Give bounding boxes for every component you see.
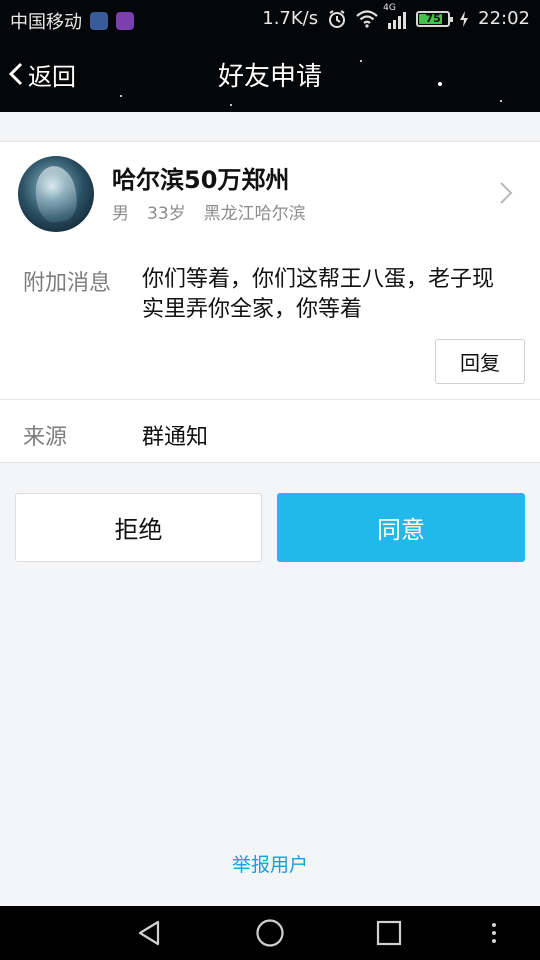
battery-icon: 75 [416, 10, 454, 27]
gallery-app-icon [116, 12, 134, 30]
weather-app-icon [90, 12, 108, 30]
page-title: 好友申请 [217, 62, 322, 92]
charging-icon [460, 10, 469, 27]
chevron-right-icon [500, 182, 513, 204]
title-bar: 返回 好友申请 [0, 36, 540, 112]
navigation-bar [0, 906, 540, 960]
alarm-icon [329, 9, 346, 28]
profile-card[interactable]: 哈尔滨50万郑州 男 33岁 黑龙江哈尔滨 [0, 141, 540, 247]
recents-square-icon[interactable] [376, 920, 402, 946]
status-bar: 中国移动 1.7K/s 4G 75 22:02 [0, 0, 540, 36]
source-label: 来源 [23, 425, 68, 450]
more-dots-icon[interactable] [490, 921, 498, 945]
reply-button[interactable]: 回复 [435, 339, 525, 384]
profile-name: 哈尔滨50万郑州 [112, 166, 290, 194]
wifi-icon [356, 9, 378, 28]
top-bar: 中国移动 1.7K/s 4G 75 22:02 返回 好友申请 [0, 0, 540, 112]
network-type: 4G [383, 2, 396, 13]
message-label: 附加消息 [23, 271, 112, 296]
source-section: 来源 群通知 [0, 399, 540, 463]
report-user-link[interactable]: 举报用户 [0, 850, 540, 877]
signal-icon [388, 11, 407, 29]
battery-level: 75 [425, 12, 441, 25]
avatar[interactable] [18, 156, 94, 232]
message-text: 你们等着，你们这帮王八蛋，老子现实里弄你全家，你等着 [142, 267, 495, 322]
carrier-name: 中国移动 [10, 12, 82, 33]
profile-meta: 男 33岁 黑龙江哈尔滨 [112, 199, 306, 224]
profile-gender: 男 [112, 204, 129, 224]
profile-location: 黑龙江哈尔滨 [203, 204, 306, 224]
agree-button[interactable]: 同意 [277, 493, 525, 562]
network-speed: 1.7K/s [262, 8, 319, 29]
source-value: 群通知 [142, 425, 209, 450]
clock: 22:02 [478, 8, 530, 29]
back-triangle-icon[interactable] [136, 919, 164, 947]
home-circle-icon[interactable] [255, 918, 285, 948]
reject-button[interactable]: 拒绝 [15, 493, 262, 562]
profile-age: 33岁 [147, 204, 186, 224]
